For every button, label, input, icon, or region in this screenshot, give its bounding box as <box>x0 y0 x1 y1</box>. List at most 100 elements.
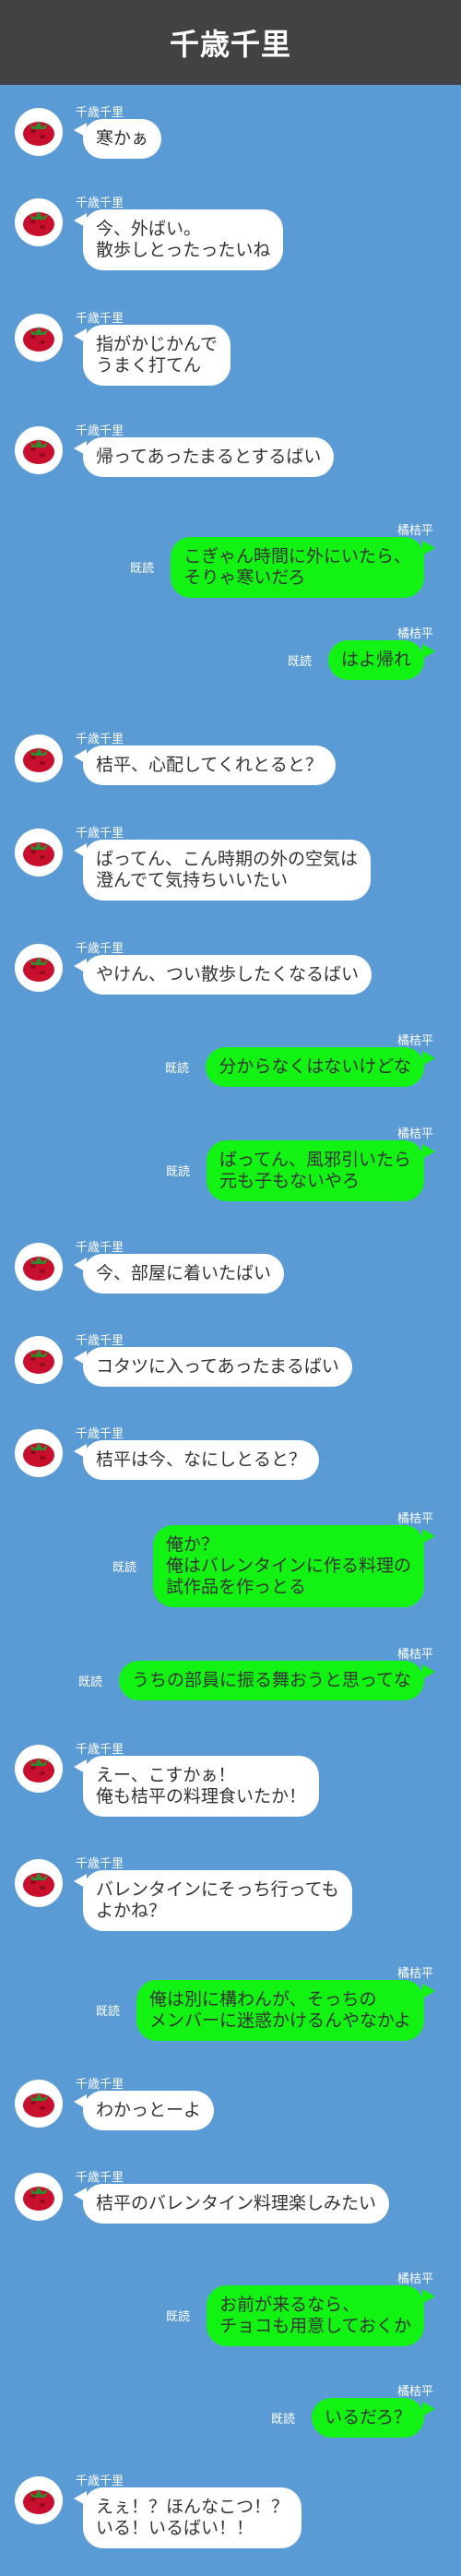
sender-name: 千歳千里 <box>76 942 124 956</box>
read-receipt: 既読 <box>166 2310 191 2324</box>
message-bubble[interactable]: 俺か？ 俺はバレンタインに作る料理の 試作品を作っとる <box>152 1525 424 1607</box>
message-row: 橘桔平 俺は別に構わんが、そっちの メンバーに迷惑かけるんやなかよ 既読 <box>0 1967 461 2054</box>
message-row: 千歳千里 えー、こすかぁ！ 俺も桔平の料理食いたか！ <box>0 1743 461 1830</box>
message-row: 千歳千里 今、部屋に着いたばい <box>0 1241 461 1306</box>
message-row: 千歳千里 寒かぁ <box>0 106 461 172</box>
read-receipt: 既読 <box>271 2412 296 2427</box>
message-bubble[interactable]: 分からなくはないけどな <box>206 1047 424 1087</box>
sender-name: 千歳千里 <box>76 2475 124 2488</box>
sender-name: 橘桔平 <box>396 524 433 538</box>
sender-name: 千歳千里 <box>76 424 124 438</box>
message-bubble[interactable]: 今、外ばい。 散歩しとったったいね <box>83 209 284 270</box>
read-receipt: 既読 <box>166 1165 191 1179</box>
bubble-tail <box>422 1664 435 1679</box>
strawberry-icon <box>15 944 63 992</box>
avatar[interactable] <box>15 734 63 782</box>
read-receipt: 既読 <box>130 562 155 576</box>
message-bubble[interactable]: バレンタインにそっち行っても よかね？ <box>83 1870 352 1931</box>
strawberry-icon <box>15 198 63 246</box>
message-bubble[interactable]: 俺は別に構わんが、そっちの メンバーに迷惑かけるんやなかよ <box>136 1980 424 2041</box>
avatar[interactable] <box>15 314 63 362</box>
message-row: 千歳千里 今、外ばい。 散歩しとったったいね <box>0 197 461 283</box>
message-bubble[interactable]: 桔平は今、なにしとると？ <box>83 1440 320 1480</box>
strawberry-icon <box>15 426 63 474</box>
message-bubble[interactable]: コタツに入ってあったまるばい <box>83 1347 352 1387</box>
bubble-tail <box>422 2289 435 2304</box>
message-row: 千歳千里 えぇ！？ほんなこつ！？ いる！いるばい！！ <box>0 2475 461 2561</box>
avatar[interactable] <box>15 198 63 246</box>
message-bubble[interactable]: こぎゃん時間に外にいたら、 そりゃ寒いだろ <box>171 537 424 598</box>
avatar[interactable] <box>15 2476 63 2524</box>
sender-name: 橘桔平 <box>396 1512 433 1526</box>
strawberry-icon <box>15 108 63 156</box>
message-row: 千歳千里 わかっとーよ <box>0 2078 461 2143</box>
strawberry-icon <box>15 1243 63 1291</box>
message-bubble[interactable]: やけん、つい散歩したくなるばい <box>83 955 372 995</box>
avatar[interactable] <box>15 1429 63 1477</box>
avatar[interactable] <box>15 2080 63 2128</box>
message-bubble[interactable]: はよ帰れ <box>327 640 424 680</box>
strawberry-icon <box>15 1429 63 1477</box>
avatar[interactable] <box>15 1745 63 1793</box>
message-row: 千歳千里 桔平、心配してくれとると？ <box>0 733 461 798</box>
message-bubble[interactable]: わかっとーよ <box>83 2091 215 2130</box>
sender-name: 千歳千里 <box>76 1334 124 1348</box>
avatar[interactable] <box>15 426 63 474</box>
message-bubble[interactable]: 指がかじかんで うまく打てん <box>83 325 231 386</box>
sender-name: 千歳千里 <box>76 2078 124 2092</box>
message-row: 千歳千里 バレンタインにそっち行っても よかね？ <box>0 1857 461 1944</box>
message-bubble[interactable]: 寒かぁ <box>83 119 162 159</box>
message-row: 橘桔平 いるだろ？ 既読 <box>0 2385 461 2451</box>
avatar[interactable] <box>15 108 63 156</box>
message-bubble[interactable]: うちの部員に振る舞おうと思ってな <box>118 1661 424 1700</box>
bubble-tail <box>422 1051 435 1066</box>
strawberry-icon <box>15 1859 63 1907</box>
message-row: 千歳千里 指がかじかんで うまく打てん <box>0 312 461 399</box>
chat-title: 千歳千里 <box>169 27 291 62</box>
message-row: 橘桔平 俺か？ 俺はバレンタインに作る料理の 試作品を作っとる 既読 <box>0 1512 461 1620</box>
sender-name: 千歳千里 <box>76 197 124 210</box>
sender-name: 千歳千里 <box>76 1241 124 1255</box>
message-bubble[interactable]: いるだろ？ <box>312 2398 424 2438</box>
message-bubble[interactable]: お前が来るなら、 チョコも用意しておくか <box>207 2285 424 2346</box>
message-bubble[interactable]: ばってん、風邪引いたら 元も子もないやろ <box>206 1140 424 1201</box>
message-bubble[interactable]: えー、こすかぁ！ 俺も桔平の料理食いたか！ <box>83 1756 320 1817</box>
message-bubble[interactable]: 桔平のバレンタイン料理楽しみたい <box>83 2184 390 2224</box>
message-row: 千歳千里 帰ってあったまるとするばい <box>0 424 461 490</box>
sender-name: 橘桔平 <box>396 1127 433 1141</box>
bubble-tail <box>422 644 435 659</box>
avatar[interactable] <box>15 2173 63 2221</box>
strawberry-icon <box>15 2476 63 2524</box>
sender-name: 千歳千里 <box>76 1427 124 1441</box>
avatar[interactable] <box>15 1859 63 1907</box>
message-row: 千歳千里 コタツに入ってあったまるばい <box>0 1334 461 1400</box>
sender-name: 橘桔平 <box>396 1034 433 1048</box>
avatar[interactable] <box>15 1243 63 1291</box>
message-row: 千歳千里 ばってん、こん時期の外の空気は 澄んでて気持ちいいたい <box>0 827 461 913</box>
sender-name: 千歳千里 <box>76 1857 124 1871</box>
bubble-tail <box>422 2402 435 2416</box>
sender-name: 千歳千里 <box>76 733 124 746</box>
message-bubble[interactable]: 桔平、心配してくれとると？ <box>83 745 336 785</box>
message-row: 橘桔平 こぎゃん時間に外にいたら、 そりゃ寒いだろ 既読 <box>0 524 461 611</box>
avatar[interactable] <box>15 1336 63 1384</box>
bubble-tail <box>422 1529 435 1544</box>
message-bubble[interactable]: 今、部屋に着いたばい <box>83 1254 285 1294</box>
message-row: 橘桔平 うちの部員に振る舞おうと思ってな 既読 <box>0 1648 461 1713</box>
message-row: 千歳千里 やけん、つい散歩したくなるばい <box>0 942 461 1008</box>
sender-name: 橘桔平 <box>396 627 433 641</box>
sender-name: 橘桔平 <box>396 1648 433 1662</box>
sender-name: 千歳千里 <box>76 2171 124 2185</box>
message-row: 橘桔平 分からなくはないけどな 既読 <box>0 1034 461 1100</box>
strawberry-icon <box>15 734 63 782</box>
message-row: 橘桔平 お前が来るなら、 チョコも用意しておくか 既読 <box>0 2272 461 2359</box>
strawberry-icon <box>15 1745 63 1793</box>
sender-name: 千歳千里 <box>76 312 124 326</box>
message-bubble[interactable]: えぇ！？ほんなこつ！？ いる！いるばい！！ <box>83 2487 302 2548</box>
message-list[interactable]: 千歳千里 寒かぁ 千歳千里 今、外ばい。 散歩しとったったいね 千歳千里 指がかじかんで … <box>0 85 461 2576</box>
strawberry-icon <box>15 2173 63 2221</box>
message-bubble[interactable]: 帰ってあったまるとするばい <box>83 437 335 477</box>
message-bubble[interactable]: ばってん、こん時期の外の空気は 澄んでて気持ちいいたい <box>83 840 372 900</box>
avatar[interactable] <box>15 829 63 877</box>
avatar[interactable] <box>15 944 63 992</box>
